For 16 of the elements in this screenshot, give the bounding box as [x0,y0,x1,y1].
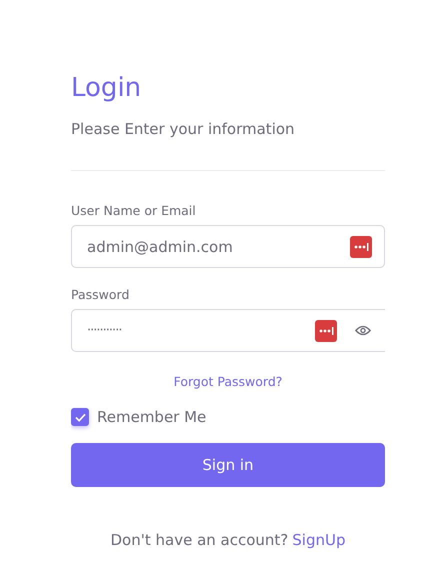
password-manager-icon[interactable] [350,236,372,258]
subtitle: Please Enter your information [71,119,296,139]
password-manager-icon[interactable] [315,320,337,342]
eye-icon[interactable] [355,325,371,336]
remember-label[interactable]: Remember Me [97,408,206,426]
login-title: Login [71,72,142,105]
field-label: Password [71,287,130,303]
remember-checkbox[interactable] [71,408,89,426]
input-field[interactable]: admin@admin.com [71,225,385,268]
footer-text: Don't have an account? [110,531,288,549]
forgot-password-link[interactable]: Forgot Password? [174,374,282,389]
input-field[interactable]: ··········· [71,309,385,352]
field-label: User Name or Email [71,203,197,219]
signup-link[interactable]: SignUp [292,531,346,549]
sign-in-button[interactable]: Sign in [71,443,385,487]
check-icon [74,412,86,422]
